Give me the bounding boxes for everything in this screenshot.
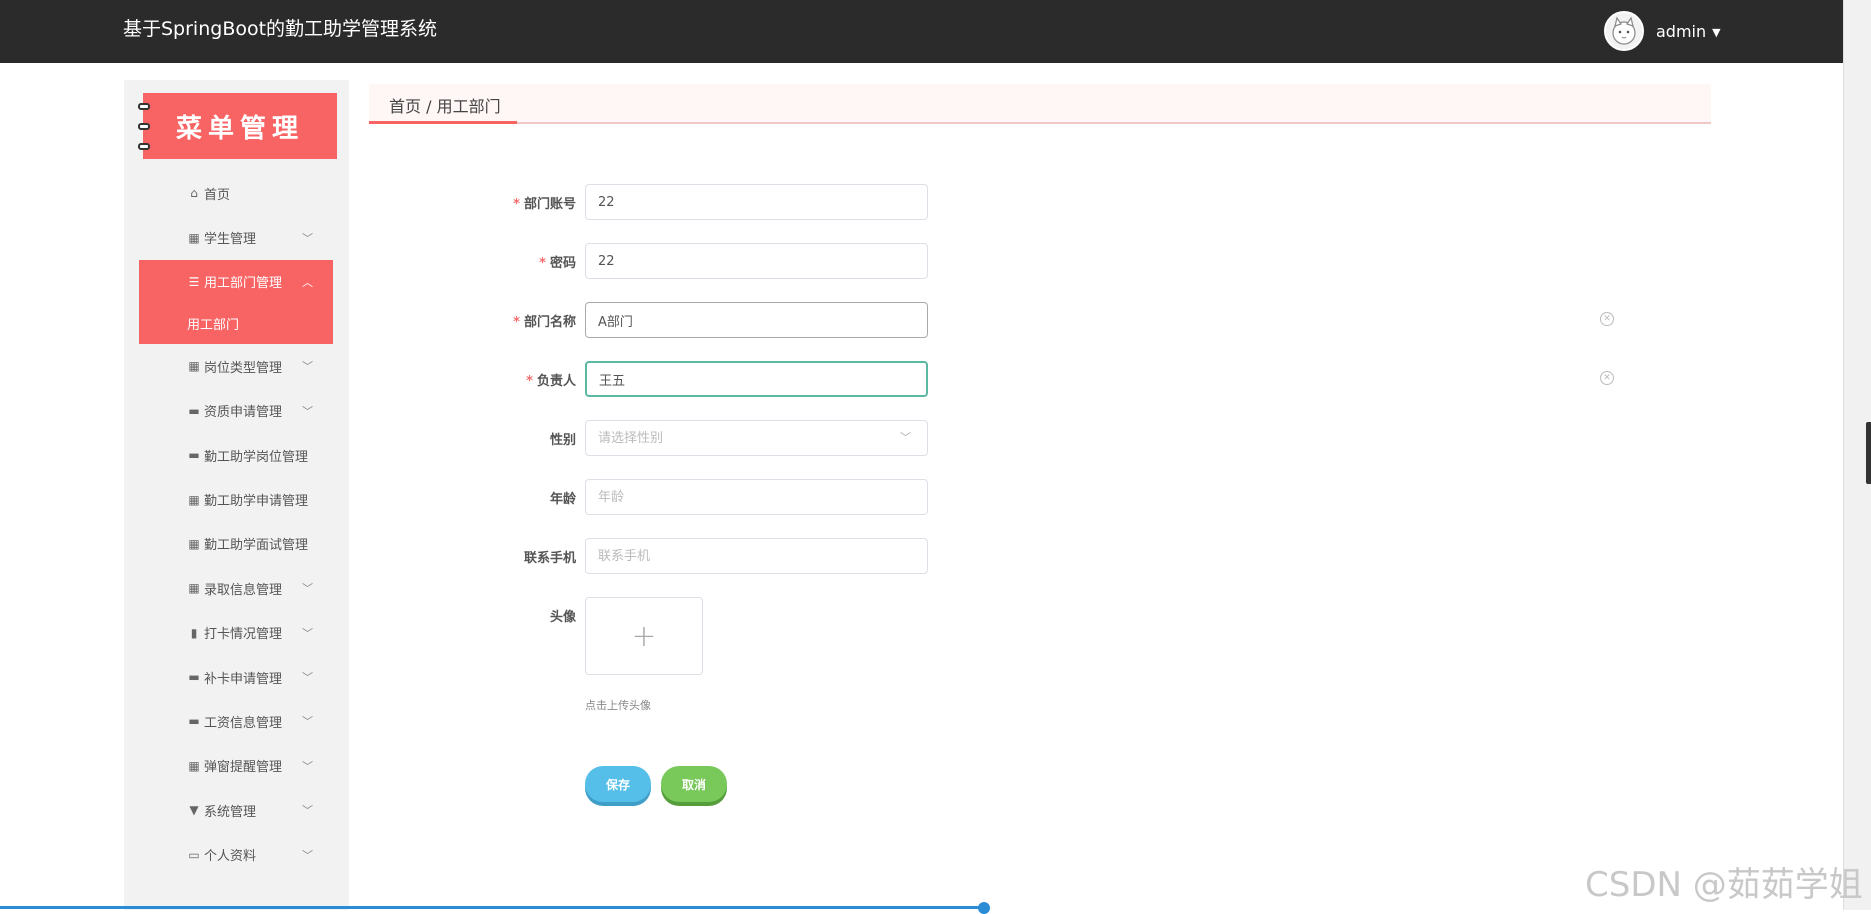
vertical-scrollbar[interactable]: [1843, 0, 1871, 910]
sidebar-item-work-study-posts[interactable]: ▬ 勤工助学岗位管理: [139, 433, 333, 477]
spiral-ring-icon: [138, 143, 150, 150]
chevron-down-icon: ﹀: [302, 848, 313, 862]
sidebar-item-home[interactable]: ⌂ 首页: [139, 171, 333, 215]
chevron-up-icon: ︿: [302, 275, 313, 289]
manager-input[interactable]: [585, 361, 928, 397]
chevron-down-icon: ﹀: [302, 759, 313, 773]
save-button[interactable]: 保存: [585, 766, 651, 802]
form-row-dept-name: *部门名称 ✕: [480, 302, 1620, 338]
form-actions: 保存 取消: [480, 766, 1620, 802]
breadcrumb-bar: 首页 / 用工部门: [369, 84, 1711, 124]
chevron-down-icon: ﹀: [302, 671, 313, 685]
sidebar-item-makeup-punch[interactable]: ▬ 补卡申请管理 ﹀: [139, 655, 333, 699]
form-row-phone: 联系手机: [480, 538, 1620, 574]
grid-icon: ▦: [188, 581, 200, 596]
message-icon: ▬: [188, 714, 200, 729]
bottom-progress-line: [0, 906, 988, 909]
username[interactable]: admin: [1656, 22, 1706, 41]
sidebar-item-work-study-applications[interactable]: ▦ 勤工助学申请管理: [139, 477, 333, 521]
menu-header-title: 菜单管理: [175, 113, 304, 144]
app-title: 基于SpringBoot的勤工助学管理系统: [123, 18, 438, 40]
sidebar-item-salary[interactable]: ▬ 工资信息管理 ﹀: [139, 699, 333, 743]
breadcrumb[interactable]: 首页 / 用工部门: [389, 93, 501, 117]
chevron-down-icon: ﹀: [302, 231, 313, 245]
dept-name-input[interactable]: [585, 302, 928, 338]
grid-icon: ▦: [188, 230, 200, 245]
cat-avatar-icon: [1612, 16, 1636, 45]
age-input[interactable]: [585, 479, 928, 515]
monitor-icon: ▬: [188, 670, 200, 685]
printer-icon: ▬: [188, 448, 200, 463]
upload-tip: 点击上传头像: [585, 699, 651, 712]
form-row-age: 年龄: [480, 479, 1620, 515]
form-row-password: * 密码: [480, 243, 1620, 279]
chevron-down-icon: ﹀: [302, 360, 313, 374]
form-row-gender: 性别 ﹀: [480, 420, 1620, 456]
chevron-down-icon[interactable]: ﹀: [900, 429, 911, 445]
sidebar-item-admissions[interactable]: ▦ 录取信息管理 ﹀: [139, 566, 333, 610]
sidebar-item-attendance[interactable]: ▮ 打卡情况管理 ﹀: [139, 611, 333, 655]
account-input[interactable]: [585, 184, 928, 220]
password-input[interactable]: [585, 243, 928, 279]
chevron-down-icon: ﹀: [302, 804, 313, 818]
form-row-manager: *负责人 ✕: [480, 361, 1620, 397]
sidebar-item-interviews[interactable]: ▦ 勤工助学面试管理: [139, 522, 333, 566]
caret-down-icon[interactable]: ▼: [1712, 26, 1720, 39]
top-bar: 基于SpringBoot的勤工助学管理系统 admin ▼: [0, 0, 1843, 63]
card-icon: ▭: [188, 847, 200, 862]
user-menu[interactable]: admin ▼: [1604, 9, 1721, 53]
spiral-ring-icon: [138, 123, 150, 130]
chevron-down-icon: ﹀: [302, 715, 313, 729]
watermark: CSDN @茹茹学姐: [1585, 865, 1863, 905]
sidebar-item-popup-reminders[interactable]: ▦ 弹窗提醒管理 ﹀: [139, 744, 333, 788]
chevron-down-icon: ﹀: [302, 404, 313, 418]
form-row-account: * 部门账号: [480, 184, 1620, 220]
avatar-upload[interactable]: +: [585, 597, 703, 675]
grid-icon: ▦: [188, 758, 200, 773]
sidebar-item-qualification[interactable]: ▬ 资质申请管理 ﹀: [139, 389, 333, 433]
chevron-down-icon: ﹀: [302, 626, 313, 640]
grid-icon: ▦: [188, 536, 200, 551]
phone-input[interactable]: [585, 538, 928, 574]
grid-icon: ▦: [188, 359, 200, 374]
briefcase-icon: ▬: [188, 403, 200, 418]
home-icon: ⌂: [190, 186, 198, 201]
sidebar: 菜单管理 ⌂ 首页 ▦ 学生管理 ﹀ ☰ 用工部门管理 ︿ 用工部门 ▦ 岗位类…: [124, 80, 349, 910]
scrollbar-thumb[interactable]: [1866, 422, 1871, 484]
sidebar-item-job-types[interactable]: ▦ 岗位类型管理 ﹀: [139, 344, 333, 388]
clipboard-icon: ▮: [190, 625, 198, 640]
sidebar-item-students[interactable]: ▦ 学生管理 ﹀: [139, 215, 333, 259]
sidebar-item-profile[interactable]: ▭ 个人资料 ﹀: [139, 832, 333, 876]
menu-header: 菜单管理: [138, 93, 337, 159]
sidebar-item-departments[interactable]: ☰ 用工部门管理 ︿: [139, 259, 333, 305]
sidebar-item-system[interactable]: ▼ 系统管理 ﹀: [139, 788, 333, 832]
form-row-avatar: 头像 + 点击上传头像: [480, 597, 1620, 717]
sidebar-subitem-department[interactable]: 用工部门: [139, 303, 333, 345]
user-avatar[interactable]: [1604, 11, 1644, 51]
spiral-ring-icon: [138, 103, 150, 110]
cancel-button[interactable]: 取消: [661, 766, 727, 802]
plus-icon: +: [631, 618, 657, 654]
breadcrumb-underline: [369, 121, 517, 124]
tool-icon: ▼: [189, 803, 199, 818]
gender-select[interactable]: [585, 420, 928, 456]
chevron-down-icon: ﹀: [302, 582, 313, 596]
clear-icon[interactable]: ✕: [1600, 371, 1614, 385]
sliders-icon: ☰: [188, 274, 200, 289]
clear-icon[interactable]: ✕: [1600, 312, 1614, 326]
grid-icon: ▦: [188, 492, 200, 507]
bottom-progress-handle[interactable]: [978, 902, 990, 914]
